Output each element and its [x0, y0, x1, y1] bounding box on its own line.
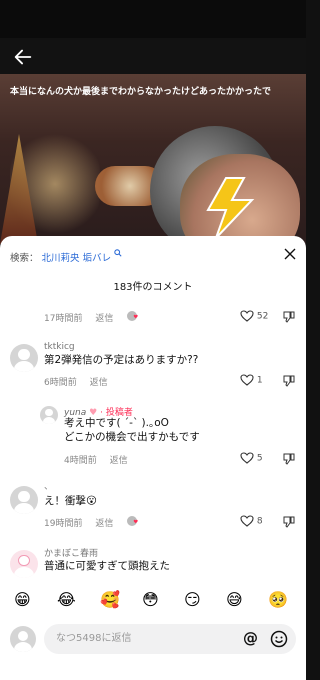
comment-time: 17時間前 — [44, 314, 83, 324]
search-suggestion[interactable]: 検索： 北川莉央 垢バレ — [10, 249, 122, 264]
back-arrow-icon[interactable] — [12, 46, 34, 68]
heart-icon — [240, 515, 254, 527]
close-icon[interactable] — [284, 248, 296, 260]
comment-meta: 17時間前 返信 — [44, 311, 123, 324]
emoji-smirk[interactable]: 😏 — [184, 590, 201, 610]
reply-button[interactable]: 返信 — [95, 314, 113, 324]
like-button[interactable]: 1 — [240, 374, 263, 386]
creator-liked-icon — [127, 311, 138, 321]
like-count: 8 — [256, 516, 263, 527]
comment-text: 第2弾発信の予定はありますか?? — [44, 354, 199, 366]
avatar[interactable] — [10, 344, 38, 372]
comment-meta: 19時間前 返信 — [44, 516, 123, 529]
like-count: 5 — [256, 453, 263, 464]
avatar[interactable] — [10, 486, 38, 514]
comment-time: 4時間前 — [64, 456, 97, 466]
comment-username[interactable]: 、 — [44, 479, 53, 492]
avatar[interactable] — [10, 550, 38, 578]
search-prefix: 検索： — [10, 253, 39, 265]
comment-time: 19時間前 — [44, 519, 83, 529]
like-count: 52 — [256, 311, 269, 322]
heart-icon — [240, 374, 254, 386]
emoji-sweat[interactable]: 😅 — [226, 590, 243, 610]
reply-button[interactable]: 返信 — [95, 519, 113, 529]
like-count: 1 — [256, 375, 263, 386]
video-header — [0, 38, 306, 74]
emoji-picker-icon[interactable] — [270, 630, 288, 648]
emoji-pleading[interactable]: 🥺 — [268, 590, 288, 610]
like-button[interactable]: 52 — [240, 310, 268, 322]
emoji-joy[interactable]: 😂 — [57, 590, 76, 610]
heart-icon — [240, 452, 254, 464]
reply-meta: 4時間前 返信 — [64, 453, 138, 466]
comment-text: え！衝撃😮 — [44, 495, 97, 507]
search-icon — [114, 249, 122, 257]
comment-username[interactable]: かまぼこ春雨 — [44, 546, 98, 559]
comment-username[interactable]: tktkicg — [44, 342, 75, 352]
emoji-grin[interactable]: 😁 — [14, 590, 31, 610]
my-avatar — [10, 626, 36, 652]
mention-icon[interactable]: @ — [243, 629, 258, 647]
reply-input[interactable]: なつ5498に返信 — [44, 624, 296, 654]
dislike-icon[interactable] — [282, 310, 296, 324]
lightning-sticker-icon — [206, 177, 255, 239]
like-button[interactable]: 5 — [240, 452, 263, 464]
status-bar — [0, 0, 306, 38]
reply-button[interactable]: 返信 — [90, 378, 108, 388]
comment-time: 6時間前 — [44, 378, 77, 388]
like-button[interactable]: 8 — [240, 515, 263, 527]
comment-text: 普通に可愛すぎて頭抱えた — [44, 560, 170, 572]
creator-liked-icon — [127, 516, 138, 526]
heart-icon — [240, 310, 254, 322]
emoji-hearts[interactable]: 🥰 — [100, 590, 120, 610]
comment-count: 183件のコメント — [113, 282, 193, 293]
dislike-icon[interactable] — [282, 515, 296, 529]
video-caption: 本当になんの犬か最後までわからなかったけどあったかかったで — [10, 87, 272, 97]
reply-text-line1: 考え中です( ˊ-ˋ ).｡oO — [64, 417, 169, 429]
reply-text-line2: どこかの機会で出すかもです — [64, 431, 200, 443]
emoji-flushed[interactable]: 😳 — [142, 590, 159, 610]
search-query-link[interactable]: 北川莉央 垢バレ — [42, 253, 112, 264]
dislike-icon[interactable] — [282, 374, 296, 388]
reply-button[interactable]: 返信 — [110, 456, 128, 466]
reply-avatar[interactable] — [40, 406, 58, 424]
dislike-icon[interactable] — [282, 452, 296, 466]
comment-meta: 6時間前 返信 — [44, 375, 118, 388]
